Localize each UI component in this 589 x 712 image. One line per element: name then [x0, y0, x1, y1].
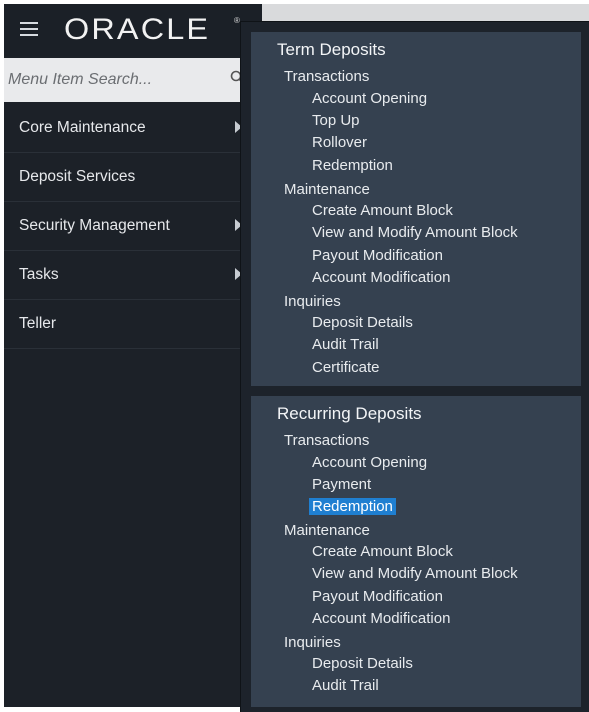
menu-link-view-modify-amount-block[interactable]: View and Modify Amount Block [312, 224, 518, 241]
menu-link-create-amount-block[interactable]: Create Amount Block [312, 543, 453, 560]
sidebar-item-label: Tasks [19, 266, 59, 283]
sidebar-item-core-maintenance[interactable]: Core Maintenance [4, 104, 248, 153]
menu-link-audit-trail[interactable]: Audit Trail [312, 677, 379, 694]
menu-link-account-opening[interactable]: Account Opening [312, 454, 427, 471]
menu-link-top-up[interactable]: Top Up [312, 112, 360, 129]
menu-link-deposit-details[interactable]: Deposit Details [312, 314, 413, 331]
menu-link-account-modification[interactable]: Account Modification [312, 610, 450, 627]
section-title: Recurring Deposits [277, 404, 422, 423]
menu-link-payment[interactable]: Payment [312, 476, 371, 493]
sidebar-item-tasks[interactable]: Tasks [4, 251, 248, 300]
menu-link-rollover[interactable]: Rollover [312, 134, 367, 151]
hamburger-menu-icon[interactable] [20, 22, 38, 36]
group-label: Inquiries [284, 634, 341, 651]
menu-link-deposit-details[interactable]: Deposit Details [312, 655, 413, 672]
menu-link-audit-trail[interactable]: Audit Trail [312, 336, 379, 353]
menu-link-view-modify-amount-block[interactable]: View and Modify Amount Block [312, 565, 518, 582]
term-deposits-section: Term Deposits Transactions Account Openi… [251, 32, 581, 386]
menu-link-redemption[interactable]: Redemption [312, 157, 393, 174]
app-sidebar: ORACLE ® Core Maintenance Deposit Servic… [4, 4, 262, 707]
sidebar-item-label: Core Maintenance [19, 119, 146, 136]
sidebar-menu: Core Maintenance Deposit Services Securi… [4, 104, 248, 349]
sidebar-item-security-management[interactable]: Security Management [4, 202, 248, 251]
group-label: Inquiries [284, 293, 341, 310]
recurring-deposits-section: Recurring Deposits Transactions Account … [251, 396, 581, 707]
menu-search-box [4, 58, 262, 102]
group-label: Maintenance [284, 522, 370, 539]
menu-search-input[interactable] [6, 66, 220, 94]
app-header: ORACLE ® [4, 4, 262, 56]
sidebar-item-label: Teller [19, 315, 57, 332]
section-title: Term Deposits [277, 40, 386, 59]
menu-link-certificate[interactable]: Certificate [312, 359, 380, 376]
deposit-services-flyout: Term Deposits Transactions Account Openi… [240, 21, 589, 712]
group-label: Transactions [284, 432, 370, 449]
group-label: Transactions [284, 68, 370, 85]
sidebar-item-deposit-services[interactable]: Deposit Services [4, 153, 248, 202]
sidebar-item-label: Deposit Services [19, 168, 136, 185]
menu-link-payout-modification[interactable]: Payout Modification [312, 588, 443, 605]
menu-link-account-opening[interactable]: Account Opening [312, 90, 427, 107]
menu-link-create-amount-block[interactable]: Create Amount Block [312, 202, 453, 219]
menu-link-redemption-selected[interactable]: Redemption [309, 498, 396, 515]
menu-link-payout-modification[interactable]: Payout Modification [312, 247, 443, 264]
sidebar-item-teller[interactable]: Teller [4, 300, 248, 349]
menu-link-account-modification[interactable]: Account Modification [312, 269, 450, 286]
oracle-logo: ORACLE [64, 13, 211, 46]
group-label: Maintenance [284, 181, 370, 198]
sidebar-item-label: Security Management [19, 217, 170, 234]
